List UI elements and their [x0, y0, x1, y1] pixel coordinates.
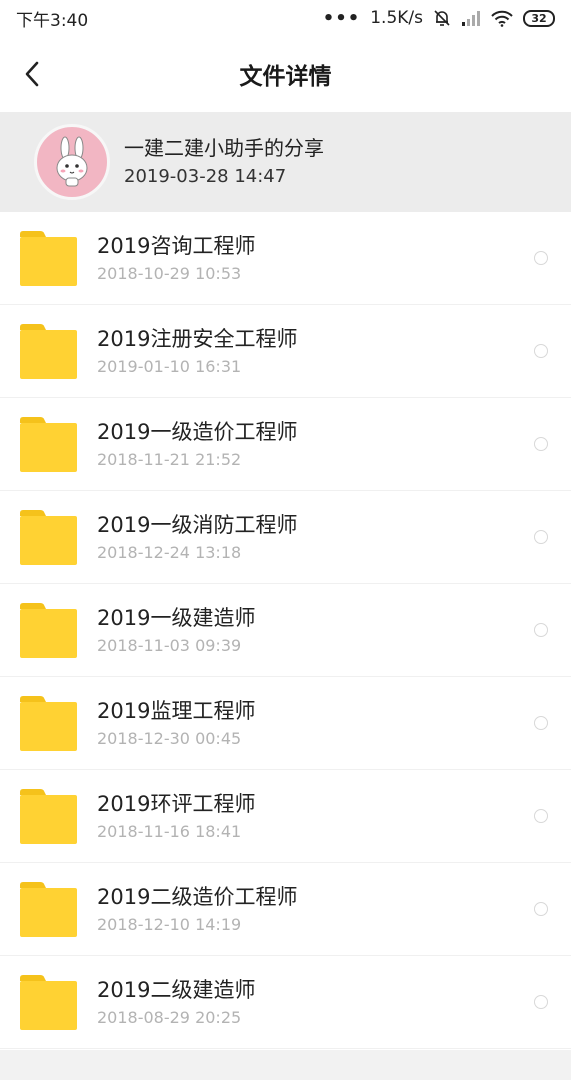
bottom-area	[0, 1050, 571, 1080]
back-button[interactable]	[12, 54, 52, 94]
folder-icon	[20, 882, 77, 937]
file-time: 2018-12-30 00:45	[97, 729, 242, 748]
share-title: 一建二建小助手的分享	[124, 136, 324, 160]
folder-icon	[20, 975, 77, 1030]
select-radio[interactable]	[534, 623, 548, 637]
file-time: 2019-01-10 16:31	[97, 357, 242, 376]
file-name: 2019一级消防工程师	[97, 513, 298, 537]
signal-icon	[461, 10, 481, 26]
folder-icon	[20, 603, 77, 658]
list-item[interactable]: 2019监理工程师 2018-12-30 00:45	[0, 677, 571, 770]
file-name: 2019一级建造师	[97, 606, 256, 630]
file-time: 2018-12-24 13:18	[97, 543, 242, 562]
select-radio[interactable]	[534, 995, 548, 1009]
select-radio[interactable]	[534, 809, 548, 823]
network-speed: 1.5K/s	[370, 8, 423, 28]
share-date: 2019-03-28 14:47	[124, 166, 287, 187]
list-item[interactable]: 2019环评工程师 2018-11-16 18:41	[0, 770, 571, 863]
folder-icon	[20, 696, 77, 751]
list-item[interactable]: 2019咨询工程师 2018-10-29 10:53	[0, 212, 571, 305]
bunny-avatar-icon	[56, 136, 88, 187]
list-item[interactable]: 2019注册安全工程师 2019-01-10 16:31	[0, 305, 571, 398]
wifi-icon	[491, 10, 513, 27]
file-time: 2018-11-21 21:52	[97, 450, 242, 469]
list-item[interactable]: 2019一级建造师 2018-11-03 09:39	[0, 584, 571, 677]
status-bar: 下午3:40 ••• 1.5K/s 32	[0, 0, 571, 36]
select-radio[interactable]	[534, 902, 548, 916]
status-time: 下午3:40	[16, 10, 89, 31]
more-dots-icon: •••	[322, 7, 361, 29]
list-item[interactable]: 2019一级造价工程师 2018-11-21 21:52	[0, 398, 571, 491]
folder-icon	[20, 789, 77, 844]
file-name: 2019咨询工程师	[97, 234, 256, 258]
file-name: 2019二级建造师	[97, 978, 256, 1002]
select-radio[interactable]	[534, 344, 548, 358]
list-item[interactable]: 2019二级建造师 2018-08-29 20:25	[0, 956, 571, 1049]
list-item[interactable]: 2019一级消防工程师 2018-12-24 13:18	[0, 491, 571, 584]
list-item[interactable]: 2019二级造价工程师 2018-12-10 14:19	[0, 863, 571, 956]
battery-icon: 32	[523, 9, 555, 27]
file-name: 2019一级造价工程师	[97, 420, 298, 444]
file-time: 2018-11-03 09:39	[97, 636, 242, 655]
navigation-bar: 文件详情	[0, 36, 571, 112]
select-radio[interactable]	[534, 251, 548, 265]
folder-icon	[20, 231, 77, 286]
page-title: 文件详情	[239, 64, 332, 90]
file-time: 2018-10-29 10:53	[97, 264, 242, 283]
mute-bell-icon	[433, 9, 451, 27]
share-header: 一建二建小助手的分享 2019-03-28 14:47	[0, 112, 571, 212]
folder-icon	[20, 510, 77, 565]
select-radio[interactable]	[534, 437, 548, 451]
file-name: 2019二级造价工程师	[97, 885, 298, 909]
folder-icon	[20, 417, 77, 472]
file-list: 2019咨询工程师 2018-10-29 10:53 2019注册安全工程师 2…	[0, 212, 571, 1049]
file-time: 2018-11-16 18:41	[97, 822, 242, 841]
chevron-left-icon	[25, 61, 39, 87]
folder-icon	[20, 324, 77, 379]
select-radio[interactable]	[534, 530, 548, 544]
file-time: 2018-12-10 14:19	[97, 915, 242, 934]
file-name: 2019监理工程师	[97, 699, 256, 723]
select-radio[interactable]	[534, 716, 548, 730]
file-name: 2019注册安全工程师	[97, 327, 298, 351]
avatar	[34, 124, 110, 200]
file-time: 2018-08-29 20:25	[97, 1008, 242, 1027]
file-name: 2019环评工程师	[97, 792, 256, 816]
